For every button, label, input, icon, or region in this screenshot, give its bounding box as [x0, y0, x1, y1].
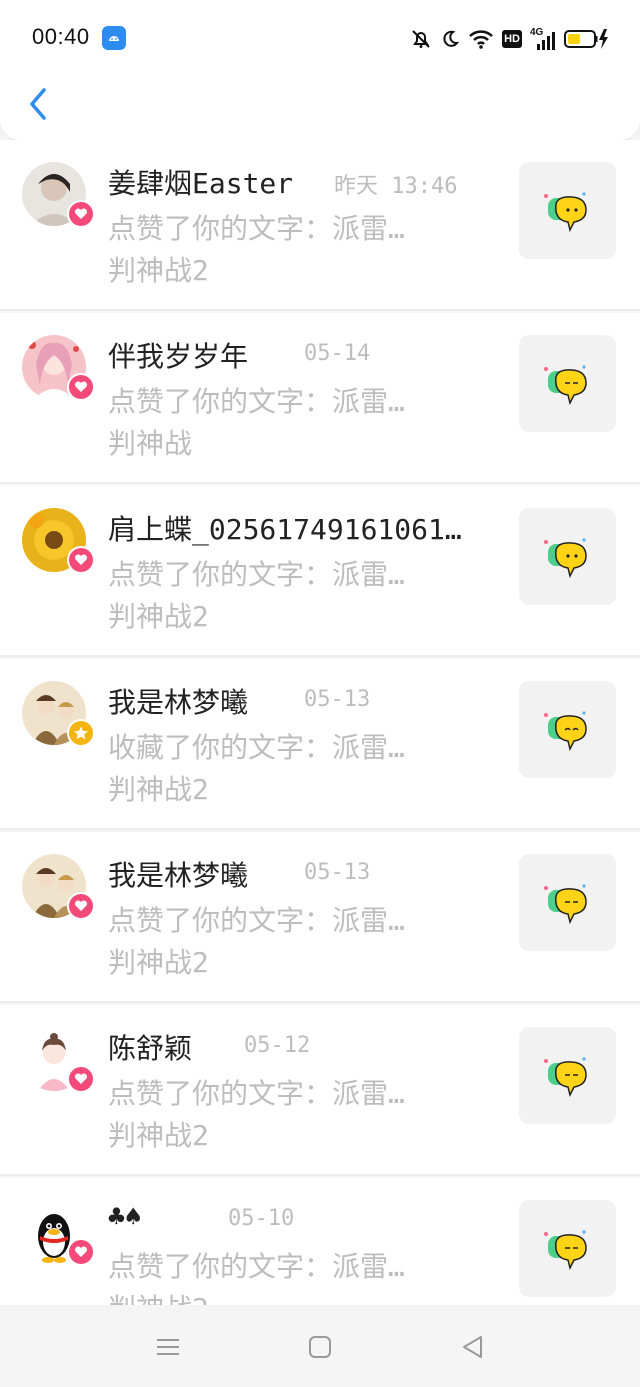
- status-bar: 00:40 HD 4G: [0, 0, 640, 78]
- work-title: 判神战2: [108, 946, 209, 979]
- like-badge-icon: [67, 546, 95, 574]
- favorite-badge-icon: [67, 719, 95, 747]
- home-button[interactable]: [300, 1327, 340, 1367]
- back-triangle-icon: [463, 1336, 482, 1358]
- like-badge-icon: [67, 1238, 95, 1266]
- action-text: 点赞了你的文字：派雷…: [108, 1250, 405, 1283]
- timestamp: 05-14: [304, 341, 371, 366]
- like-badge-icon: [67, 373, 95, 401]
- user-name[interactable]: 伴我岁岁年: [108, 335, 248, 375]
- chat-bubble-icon: [543, 710, 587, 751]
- notification-item[interactable]: 肩上蝶_025617491610610… 点赞了你的文字：派雷… 判神战2: [0, 486, 640, 657]
- post-thumbnail[interactable]: [519, 1027, 616, 1124]
- timestamp: 05-10: [228, 1206, 295, 1231]
- work-title: 判神战2: [108, 254, 209, 287]
- chat-bubble-icon: [543, 364, 587, 405]
- post-thumbnail[interactable]: [519, 162, 616, 259]
- user-name[interactable]: 肩上蝶_025617491610610…: [108, 508, 478, 548]
- header: 00:40 HD 4G: [0, 0, 640, 140]
- timestamp: 05-13: [304, 860, 371, 885]
- timestamp: 05-12: [244, 1033, 311, 1058]
- chat-bubble-icon: [543, 1229, 587, 1270]
- notification-text: 点赞了你的文字：派雷… 判神战2: [108, 1073, 468, 1157]
- work-title: 判神战2: [108, 1119, 209, 1152]
- mute-bell-icon: [412, 30, 430, 48]
- home-square-icon: [309, 1336, 331, 1358]
- chat-bubble-icon: [543, 1056, 587, 1097]
- post-thumbnail[interactable]: [519, 681, 616, 778]
- notification-item[interactable]: 我是林梦曦 05-13 收藏了你的文字：派雷… 判神战2: [0, 659, 640, 830]
- chat-bubble-icon: [543, 883, 587, 924]
- notification-text: 点赞了你的文字：派雷… 判神战2: [108, 208, 468, 292]
- post-thumbnail[interactable]: [519, 854, 616, 951]
- action-text: 点赞了你的文字：派雷…: [108, 904, 405, 937]
- notification-text: 点赞了你的文字：派雷… 判神战: [108, 381, 468, 465]
- chevron-left-icon: [30, 88, 46, 120]
- user-name[interactable]: 我是林梦曦: [108, 681, 248, 721]
- notification-text: 收藏了你的文字：派雷… 判神战2: [108, 727, 468, 811]
- notification-text: 点赞了你的文字：派雷… 判神战2: [108, 900, 468, 984]
- notification-item[interactable]: 姜肆烟Easter 昨天 13:46 点赞了你的文字：派雷… 判神战2: [0, 140, 640, 311]
- 4g-signal-icon: 4G: [530, 27, 556, 50]
- menu-icon: [157, 1339, 179, 1355]
- menu-button[interactable]: [148, 1327, 188, 1367]
- work-title: 判神战2: [108, 773, 209, 806]
- timestamp: 05-13: [304, 687, 371, 712]
- like-badge-icon: [67, 200, 95, 228]
- back-button[interactable]: [18, 84, 58, 124]
- user-name[interactable]: 姜肆烟Easter: [108, 162, 293, 202]
- system-nav-bar: [0, 1305, 640, 1387]
- like-badge-icon: [67, 892, 95, 920]
- status-time: 00:40: [32, 24, 90, 49]
- action-text: 点赞了你的文字：派雷…: [108, 1077, 405, 1110]
- action-text: 点赞了你的文字：派雷…: [108, 558, 405, 591]
- post-thumbnail[interactable]: [519, 508, 616, 605]
- moon-icon: [443, 30, 460, 47]
- work-title: 判神战: [108, 427, 193, 460]
- notification-text: 点赞了你的文字：派雷… 判神战2: [108, 554, 468, 638]
- android-debug-icon: [102, 26, 126, 50]
- like-badge-icon: [67, 1065, 95, 1093]
- post-thumbnail[interactable]: [519, 335, 616, 432]
- hd-icon: HD: [502, 30, 522, 48]
- notification-item[interactable]: 伴我岁岁年 05-14 点赞了你的文字：派雷… 判神战: [0, 313, 640, 484]
- wifi-icon: [469, 30, 493, 49]
- battery-charging-icon: [564, 29, 608, 49]
- notification-item[interactable]: 我是林梦曦 05-13 点赞了你的文字：派雷… 判神战2: [0, 832, 640, 1003]
- notification-item[interactable]: 陈舒颖 05-12 点赞了你的文字：派雷… 判神战2: [0, 1005, 640, 1176]
- status-icons: HD 4G: [410, 24, 610, 54]
- chat-bubble-icon: [543, 191, 587, 232]
- work-title: 判神战2: [108, 600, 209, 633]
- system-back-button[interactable]: [452, 1327, 492, 1367]
- action-text: 点赞了你的文字：派雷…: [108, 385, 405, 418]
- user-name[interactable]: 陈舒颖: [108, 1027, 192, 1067]
- chat-bubble-icon: [543, 537, 587, 578]
- user-name[interactable]: 我是林梦曦: [108, 854, 248, 894]
- timestamp: 昨天 13:46: [334, 174, 458, 199]
- post-thumbnail[interactable]: [519, 1200, 616, 1297]
- action-text: 点赞了你的文字：派雷…: [108, 212, 405, 245]
- action-text: 收藏了你的文字：派雷…: [108, 731, 405, 764]
- user-name[interactable]: ♣♠: [108, 1200, 142, 1233]
